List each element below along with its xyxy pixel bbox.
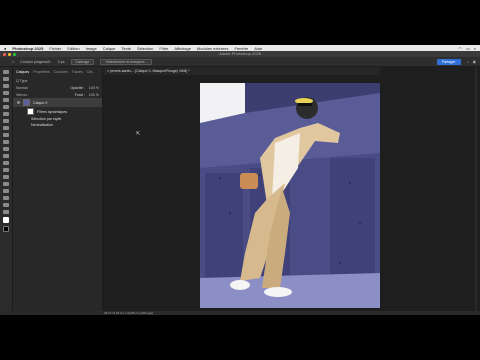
zoom-window-icon[interactable] bbox=[13, 52, 16, 56]
window-controls bbox=[3, 52, 16, 56]
clone-tool-icon[interactable] bbox=[3, 126, 9, 130]
document-tab[interactable]: × pexels-sarah-...(Calque 0, Masque/Roug… bbox=[103, 67, 380, 75]
filter-sub-name: Neutralisation bbox=[31, 123, 53, 127]
close-window-icon[interactable] bbox=[3, 52, 6, 56]
filter-sub-name: Sélection par stylet bbox=[31, 117, 62, 121]
tab-properties[interactable]: Propriétés bbox=[33, 70, 49, 74]
document-image[interactable] bbox=[200, 83, 380, 308]
smart-filter-item[interactable]: Filtres dynamiques bbox=[13, 107, 102, 116]
menu-app-name[interactable]: Photoshop 2025 bbox=[12, 46, 43, 51]
toolbar bbox=[0, 67, 13, 315]
gradient-tool-icon[interactable] bbox=[3, 147, 9, 151]
menu-filter[interactable]: Filtre bbox=[159, 46, 168, 51]
feather-value[interactable]: 0 px bbox=[58, 60, 65, 64]
lock-row: Verrou : Fond : 100 % bbox=[13, 91, 102, 98]
marquee-tool-icon[interactable] bbox=[3, 77, 9, 81]
hand-tool-icon[interactable] bbox=[3, 196, 9, 200]
panel-tabs: Calques Propriétés Couches Tracés Cal... bbox=[13, 67, 102, 77]
blur-tool-icon[interactable] bbox=[3, 154, 9, 158]
more-tools-icon[interactable] bbox=[3, 210, 9, 214]
lock-label: Verrou : bbox=[16, 92, 29, 97]
smart-filter-name: Filtres dynamiques bbox=[37, 109, 68, 114]
letterbox-bottom bbox=[0, 315, 480, 360]
blend-row: Normal Opacité : 100 % bbox=[13, 84, 102, 91]
menu-plugins[interactable]: Modules externes bbox=[197, 46, 229, 51]
layer-filter-row: Q Type bbox=[13, 77, 102, 84]
menubar-status-icons: ◠ ▭ ⌕ bbox=[458, 46, 480, 51]
vertical-scrollbar[interactable] bbox=[475, 67, 477, 315]
layer-thumbnail bbox=[23, 99, 30, 106]
pointer-cursor-icon: ⇱ bbox=[136, 131, 141, 137]
layers-panel: Calques Propriétés Couches Tracés Cal...… bbox=[13, 67, 103, 315]
window-title: Adobe Photoshop 2025 bbox=[219, 51, 261, 56]
fill-label: Fond : bbox=[74, 92, 85, 97]
pen-tool-icon[interactable] bbox=[3, 168, 9, 172]
opacity-label: Opacité : bbox=[70, 85, 85, 90]
select-and-mask-button[interactable]: Sélectionner et masquer... bbox=[100, 58, 153, 65]
quick-select-tool-icon[interactable] bbox=[3, 91, 9, 95]
home-icon[interactable]: ⌂ bbox=[12, 60, 14, 64]
tab-paths[interactable]: Tracés bbox=[72, 70, 83, 74]
crop-tool-icon[interactable] bbox=[3, 98, 9, 102]
tab-more[interactable]: Cal... bbox=[87, 70, 95, 74]
shape-tool-icon[interactable] bbox=[3, 189, 9, 193]
letterbox-top bbox=[0, 0, 480, 45]
pasteboard-right bbox=[380, 67, 480, 315]
menu-type[interactable]: Texte bbox=[121, 46, 131, 51]
menu-help[interactable]: Aide bbox=[254, 46, 262, 51]
menu-edit[interactable]: Edition bbox=[67, 46, 79, 51]
foreground-color-swatch[interactable] bbox=[3, 217, 9, 223]
eye-icon[interactable] bbox=[17, 101, 20, 104]
lasso-tool-icon[interactable] bbox=[3, 84, 9, 88]
path-select-icon[interactable] bbox=[3, 182, 9, 186]
options-right-icons: ⌕ ▣ bbox=[467, 60, 480, 64]
fill-value[interactable]: 100 % bbox=[89, 93, 99, 97]
zoom-tool-icon[interactable] bbox=[3, 203, 9, 207]
tab-channels[interactable]: Couches bbox=[54, 70, 68, 74]
type-tool-icon[interactable] bbox=[3, 175, 9, 179]
options-bar: ⌂ Contour progressif : 0 px Cadrage Séle… bbox=[0, 57, 480, 67]
photo-illustration bbox=[200, 83, 380, 308]
filter-mask-thumbnail bbox=[27, 108, 34, 115]
battery-icon[interactable]: ▭ bbox=[466, 46, 470, 51]
layer-name: Calque 0 bbox=[33, 100, 48, 105]
eraser-tool-icon[interactable] bbox=[3, 140, 9, 144]
wifi-icon[interactable]: ◠ bbox=[458, 46, 462, 51]
menu-layer[interactable]: Calque bbox=[103, 46, 116, 51]
blend-mode-select[interactable]: Normal bbox=[16, 86, 28, 90]
share-button[interactable]: Partager bbox=[436, 58, 461, 65]
dodge-tool-icon[interactable] bbox=[3, 161, 9, 165]
feather-label: Contour progressif : bbox=[20, 59, 52, 64]
background-color-swatch[interactable] bbox=[3, 226, 9, 232]
healing-tool-icon[interactable] bbox=[3, 112, 9, 116]
eyedropper-tool-icon[interactable] bbox=[3, 105, 9, 109]
kind-filter[interactable]: Q Type bbox=[16, 79, 28, 83]
layer-item[interactable]: Calque 0 bbox=[13, 98, 102, 107]
filter-sub-item[interactable]: Neutralisation bbox=[13, 122, 102, 128]
menu-file[interactable]: Fichier bbox=[49, 46, 61, 51]
brush-tool-icon[interactable] bbox=[3, 119, 9, 123]
menu-window[interactable]: Fenêtre bbox=[235, 46, 249, 51]
opacity-value[interactable]: 100 % bbox=[89, 86, 99, 90]
menu-image[interactable]: Image bbox=[86, 46, 97, 51]
minimize-window-icon[interactable] bbox=[8, 52, 11, 56]
move-tool-icon[interactable] bbox=[3, 70, 9, 74]
document-tab-title: pexels-sarah-...(Calque 0, Masque/Rouge)… bbox=[110, 69, 190, 73]
search-icon[interactable]: ⌕ bbox=[474, 46, 476, 51]
tab-layers[interactable]: Calques bbox=[16, 70, 29, 74]
workspace-icon[interactable]: ▣ bbox=[473, 60, 476, 64]
menu-select[interactable]: Sélection bbox=[137, 46, 153, 51]
crop-button[interactable]: Cadrage bbox=[70, 58, 95, 65]
search-icon[interactable]: ⌕ bbox=[467, 60, 469, 64]
apple-icon[interactable]: ● bbox=[4, 46, 6, 51]
history-brush-icon[interactable] bbox=[3, 133, 9, 137]
menu-view[interactable]: Affichage bbox=[174, 46, 191, 51]
